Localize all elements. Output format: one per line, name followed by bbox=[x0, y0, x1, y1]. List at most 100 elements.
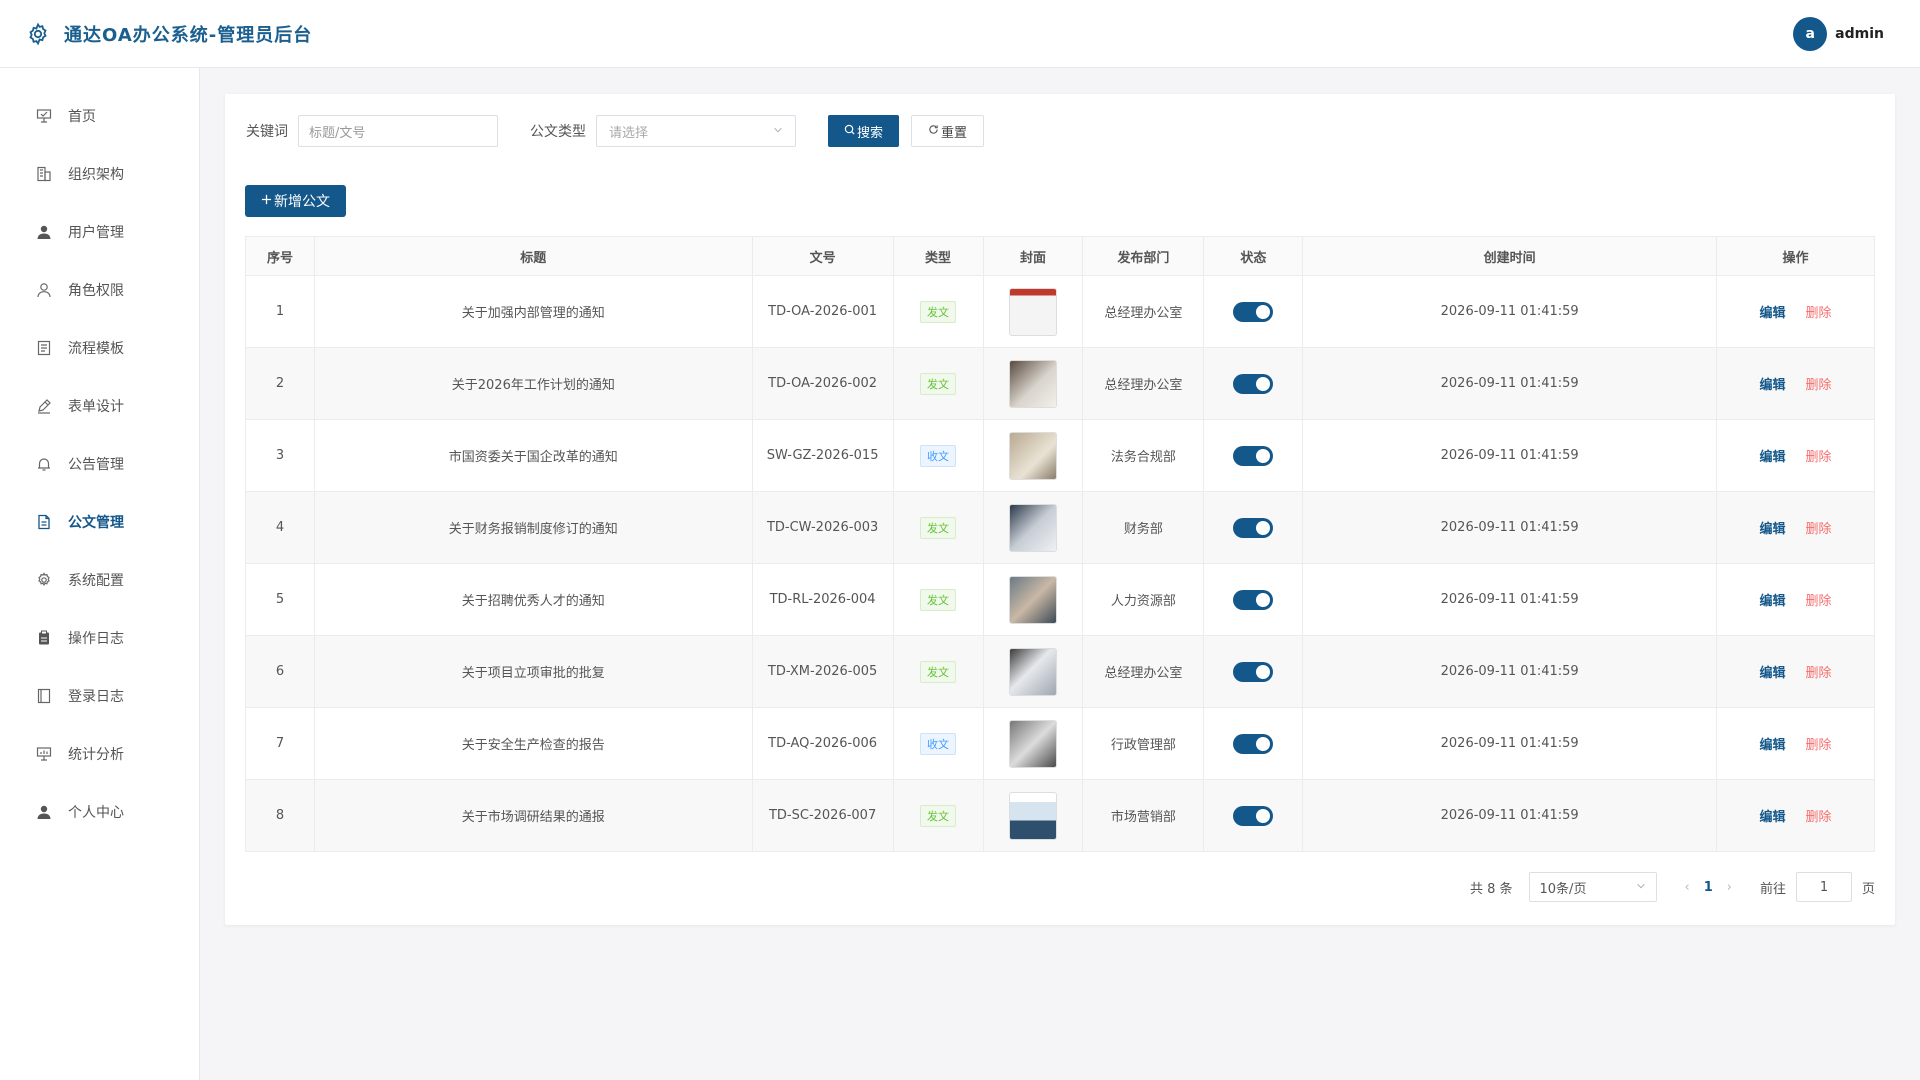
search-button-label: 搜索 bbox=[857, 125, 884, 141]
delete-button[interactable]: 删除 bbox=[1806, 810, 1832, 825]
sidebar-item-form-design[interactable]: 表单设计 bbox=[0, 377, 199, 435]
status-toggle[interactable] bbox=[1233, 589, 1274, 610]
keyword-input[interactable]: 标题/文号 bbox=[298, 115, 498, 147]
edit-button[interactable]: 编辑 bbox=[1760, 594, 1786, 609]
edit-button[interactable]: 编辑 bbox=[1760, 450, 1786, 465]
edit-button[interactable]: 编辑 bbox=[1760, 306, 1786, 321]
page-size-value: 10条/页 bbox=[1539, 881, 1587, 897]
edit-button[interactable]: 编辑 bbox=[1760, 810, 1786, 825]
row-actions: 编辑 删除 bbox=[1716, 635, 1875, 708]
row-status-cell bbox=[1203, 563, 1304, 636]
presentation-icon bbox=[36, 108, 52, 124]
cover-thumbnail[interactable] bbox=[1008, 503, 1057, 552]
toggle-knob bbox=[1256, 592, 1271, 607]
sidebar-item-operation-log[interactable]: 操作日志 bbox=[0, 609, 199, 667]
row-cover-cell bbox=[982, 707, 1084, 780]
gear-icon bbox=[36, 572, 52, 588]
goto-page-input[interactable]: 1 bbox=[1795, 872, 1852, 902]
cover-thumbnail[interactable] bbox=[1008, 431, 1057, 480]
row-cover-cell bbox=[982, 419, 1084, 492]
user-menu[interactable]: a admin bbox=[1793, 17, 1884, 51]
cover-thumbnail[interactable] bbox=[1008, 647, 1057, 696]
edit-button[interactable]: 编辑 bbox=[1760, 522, 1786, 537]
row-actions: 编辑 删除 bbox=[1716, 419, 1875, 492]
add-button-label: 新增公文 bbox=[274, 194, 330, 210]
sidebar-item-home[interactable]: 首页 bbox=[0, 87, 199, 145]
sidebar-item-announcements[interactable]: 公告管理 bbox=[0, 435, 199, 493]
sidebar-item-users[interactable]: 用户管理 bbox=[0, 203, 199, 261]
row-cover-cell bbox=[982, 347, 1084, 420]
toggle-knob bbox=[1256, 520, 1271, 535]
status-toggle[interactable] bbox=[1233, 805, 1274, 826]
page-size-select[interactable]: 10条/页 bbox=[1528, 872, 1657, 902]
status-toggle[interactable] bbox=[1233, 661, 1274, 682]
username[interactable]: admin bbox=[1835, 26, 1884, 42]
delete-button[interactable]: 删除 bbox=[1806, 594, 1832, 609]
avatar[interactable]: a bbox=[1793, 17, 1828, 51]
sidebar-item-documents[interactable]: 公文管理 bbox=[0, 493, 199, 551]
next-page-icon[interactable]: › bbox=[1727, 880, 1732, 895]
row-type-cell: 发文 bbox=[892, 563, 984, 636]
user-icon bbox=[36, 224, 52, 240]
edit-button[interactable]: 编辑 bbox=[1760, 738, 1786, 753]
delete-button[interactable]: 删除 bbox=[1806, 378, 1832, 393]
delete-button[interactable]: 删除 bbox=[1806, 306, 1832, 321]
goto-label: 前往 bbox=[1759, 881, 1786, 897]
row-title: 关于项目立项审批的批复 bbox=[313, 635, 753, 708]
chevron-down-icon bbox=[1636, 880, 1646, 895]
cover-thumbnail[interactable] bbox=[1008, 287, 1057, 336]
cover-thumbnail[interactable] bbox=[1008, 719, 1057, 768]
row-actions: 编辑 删除 bbox=[1716, 779, 1875, 852]
delete-button[interactable]: 删除 bbox=[1806, 738, 1832, 753]
sidebar-item-statistics[interactable]: 统计分析 bbox=[0, 725, 199, 783]
search-button[interactable]: 搜索 bbox=[828, 115, 900, 147]
status-toggle[interactable] bbox=[1233, 301, 1274, 322]
sidebar-item-login-log[interactable]: 登录日志 bbox=[0, 667, 199, 725]
row-cover-cell bbox=[982, 275, 1084, 348]
sidebar-item-profile[interactable]: 个人中心 bbox=[0, 783, 199, 841]
edit-button[interactable]: 编辑 bbox=[1760, 666, 1786, 681]
row-department: 财务部 bbox=[1082, 491, 1205, 564]
row-title: 关于2026年工作计划的通知 bbox=[313, 347, 753, 420]
sidebar-item-label: 登录日志 bbox=[68, 689, 124, 705]
bell-icon bbox=[36, 456, 52, 472]
row-title: 关于招聘优秀人才的通知 bbox=[313, 563, 753, 636]
prev-page-icon[interactable]: ‹ bbox=[1685, 880, 1690, 895]
delete-button[interactable]: 删除 bbox=[1806, 666, 1832, 681]
sidebar-item-workflow[interactable]: 流程模板 bbox=[0, 319, 199, 377]
row-title: 关于加强内部管理的通知 bbox=[313, 275, 753, 348]
row-department: 总经理办公室 bbox=[1082, 347, 1205, 420]
row-created-time: 2026-09-11 01:41:59 bbox=[1302, 563, 1718, 636]
sidebar-item-roles[interactable]: 角色权限 bbox=[0, 261, 199, 319]
cover-thumbnail[interactable] bbox=[1008, 791, 1057, 840]
sidebar-item-system-config[interactable]: 系统配置 bbox=[0, 551, 199, 609]
type-tag: 发文 bbox=[920, 804, 957, 827]
row-actions: 编辑 删除 bbox=[1716, 491, 1875, 564]
cover-thumbnail[interactable] bbox=[1008, 575, 1057, 624]
status-toggle[interactable] bbox=[1233, 517, 1274, 538]
sidebar-item-label: 系统配置 bbox=[68, 573, 124, 589]
type-tag: 发文 bbox=[920, 516, 957, 539]
reset-button[interactable]: 重置 bbox=[911, 115, 985, 147]
documents-table: 序号 标题 文号 类型 封面 发布部门 状态 创建时间 操作 1 关于加强内部管理… bbox=[245, 236, 1875, 852]
status-toggle[interactable] bbox=[1233, 733, 1274, 754]
row-doc-number: TD-CW-2026-003 bbox=[751, 491, 894, 564]
cover-thumbnail[interactable] bbox=[1008, 359, 1057, 408]
status-toggle[interactable] bbox=[1233, 373, 1274, 394]
row-status-cell bbox=[1203, 419, 1304, 492]
row-title: 关于财务报销制度修订的通知 bbox=[313, 491, 753, 564]
delete-button[interactable]: 删除 bbox=[1806, 522, 1832, 537]
status-toggle[interactable] bbox=[1233, 445, 1274, 466]
toggle-knob bbox=[1256, 376, 1271, 391]
sidebar-item-organization[interactable]: 组织架构 bbox=[0, 145, 199, 203]
edit-button[interactable]: 编辑 bbox=[1760, 378, 1786, 393]
current-page[interactable]: 1 bbox=[1704, 880, 1713, 895]
row-status-cell bbox=[1203, 635, 1304, 708]
row-title: 关于市场调研结果的通报 bbox=[313, 779, 753, 852]
row-doc-number: TD-OA-2026-001 bbox=[751, 275, 894, 348]
table-row: 1 关于加强内部管理的通知 TD-OA-2026-001 发文 总经理办公室 2026-0… bbox=[245, 275, 1875, 348]
delete-button[interactable]: 删除 bbox=[1806, 450, 1832, 465]
toggle-knob bbox=[1256, 736, 1271, 751]
doc-type-select[interactable]: 请选择 bbox=[596, 115, 796, 147]
add-document-button[interactable]: 新增公文 bbox=[245, 185, 346, 217]
